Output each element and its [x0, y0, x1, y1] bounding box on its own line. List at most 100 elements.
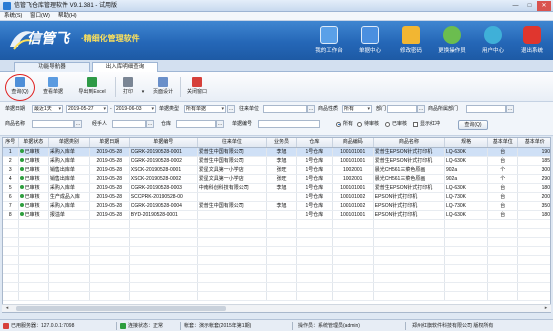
date-to-input[interactable]: 2019-06-03: [114, 105, 156, 113]
table-row[interactable]: 3 已审核 销售出库单 2019-05-28 XSCK-20190528-0001 爱星文…: [3, 165, 550, 175]
menu-help[interactable]: 帮助(H): [58, 13, 77, 20]
column-header[interactable]: 单据类别: [48, 138, 90, 148]
view-document-button[interactable]: 查看单据: [38, 76, 68, 98]
maximize-button[interactable]: □: [523, 1, 536, 11]
empty-cell: [517, 246, 550, 256]
column-header[interactable]: 单据编号: [129, 138, 198, 148]
doc-type-picker-button[interactable]: …: [227, 105, 235, 113]
goods-dept-input[interactable]: [466, 105, 506, 113]
empty-cell: [517, 282, 550, 292]
column-header[interactable]: 单据日期: [89, 138, 130, 148]
column-header[interactable]: 基本单价: [517, 138, 550, 148]
warehouse-picker-button[interactable]: …: [216, 120, 224, 128]
scroll-left-icon[interactable]: ◂: [3, 305, 11, 312]
scroll-right-icon[interactable]: ▸: [542, 305, 550, 312]
table-cell: CGRK-20190528-0001: [129, 147, 198, 157]
table-row[interactable]: 8 已审核 报溢单 2019-05-28 BYD-20190528-0001 1号仓库 10…: [3, 210, 550, 220]
table-cell: 6: [3, 192, 19, 202]
close-button[interactable]: ✕: [537, 1, 551, 11]
empty-cell: [296, 291, 333, 301]
table-row[interactable]: 4 已审核 销售出库单 2019-05-28 XSCK-20190528-0002 爱星文…: [3, 174, 550, 184]
page-design-button[interactable]: 页面设计: [148, 76, 178, 98]
minimize-button[interactable]: —: [509, 1, 522, 11]
table-cell: 1: [3, 147, 19, 157]
table-cell: 晨光CH561三菜色原画: [373, 165, 446, 175]
empty-cell: [129, 246, 198, 256]
empty-cell: [373, 255, 446, 265]
nav-exit[interactable]: 退出系统: [513, 23, 551, 58]
column-header[interactable]: 规格: [444, 138, 489, 148]
empty-cell: [444, 219, 489, 229]
empty-cell: [48, 237, 90, 247]
doc-no-input[interactable]: [258, 120, 320, 128]
date-range-select[interactable]: 最近1天: [32, 105, 63, 113]
scroll-thumb[interactable]: [16, 306, 226, 311]
table-row[interactable]: 1 已审核 采购入库单 2019-05-28 CGRK-20190528-0001 爱普生…: [3, 147, 550, 157]
status-text: 已审核: [24, 211, 40, 218]
empty-cell: [266, 273, 298, 283]
column-header[interactable]: 商品名称: [373, 138, 446, 148]
table-cell: 张旺: [266, 165, 298, 175]
empty-cell: [18, 273, 49, 283]
column-header[interactable]: 商品编码: [332, 138, 374, 148]
doc-type-select[interactable]: 所有单据: [184, 105, 226, 113]
empty-cell: [18, 219, 49, 229]
product-picker-button[interactable]: …: [74, 120, 82, 128]
table-cell: 爱普生中国有限公司: [197, 147, 267, 157]
horizontal-scrollbar[interactable]: ◂ ▸: [2, 304, 551, 312]
column-header[interactable]: 往来单位: [197, 138, 267, 148]
table-cell: 爱星文具第一小学店: [197, 174, 267, 184]
close-window-button[interactable]: 关闭窗口: [182, 76, 212, 98]
partner-picker-button[interactable]: …: [307, 105, 315, 113]
nav-user-center[interactable]: 用户中心: [474, 23, 512, 58]
logo-text: 信管飞: [27, 30, 69, 46]
empty-cell: [296, 237, 333, 247]
filter-query-button[interactable]: 查询(Q): [458, 120, 488, 130]
date-from-input[interactable]: 2019-05-27: [66, 105, 108, 113]
table-row[interactable]: 6 已审核 生产成品入库 2019-05-28 SCCPRK-20190528-00 1号…: [3, 192, 550, 202]
table-row[interactable]: 5 已审核 采购入库单 2019-05-28 CGRK-20190528-0003 中南科…: [3, 183, 550, 193]
export-excel-button[interactable]: 导出到Excel: [71, 76, 113, 98]
show-red-checkbox[interactable]: [413, 121, 418, 127]
status-radio-approved[interactable]: [385, 121, 390, 127]
nav-document-center[interactable]: 单据中心: [351, 23, 389, 58]
partner-label: 往来单位: [239, 106, 260, 112]
detail-grid: 序号 单据状态 单据类别 单据日期 单据编号 往来单位 业务员 仓库 商品编码 商品名称 规格 基本单…: [2, 137, 551, 313]
handler-picker-button[interactable]: …: [146, 120, 154, 128]
column-header[interactable]: 业务员: [266, 138, 298, 148]
partner-input[interactable]: [263, 105, 307, 113]
tab-inout-detail-query[interactable]: 出入库明细查询: [92, 62, 158, 72]
print-button[interactable]: 打印: [117, 76, 139, 98]
category-select[interactable]: 所有: [342, 105, 372, 113]
nav-workbench[interactable]: 我的工作台: [310, 23, 348, 58]
handler-input[interactable]: [112, 120, 146, 128]
table-cell: 1号仓库: [296, 210, 333, 220]
warehouse-input[interactable]: [176, 120, 216, 128]
goods-dept-picker-button[interactable]: …: [506, 105, 514, 113]
app-banner: 信管飞 ·精细化管理软件 我的工作台 单据中心 修改密码 更换操作员 用户中心 …: [0, 21, 553, 60]
empty-cell: [89, 291, 130, 301]
column-header[interactable]: 基本单位: [487, 138, 519, 148]
menu-system[interactable]: 系统(S): [4, 13, 22, 20]
column-header[interactable]: 仓库: [296, 138, 333, 148]
nav-change-password[interactable]: 修改密码: [392, 23, 430, 58]
table-row[interactable]: 7 已审核 采购入库单 2019-05-28 CGRK-20190528-0004 爱普生…: [3, 201, 550, 211]
view-document-icon: [48, 77, 58, 87]
query-button[interactable]: 查询(Q): [5, 76, 35, 98]
dept-picker-button[interactable]: …: [417, 105, 425, 113]
menu-window[interactable]: 窗口(W): [30, 13, 50, 20]
status-radio-all[interactable]: [336, 121, 341, 127]
print-dropdown[interactable]: ▾: [139, 76, 147, 98]
table-cell: 1002001: [332, 165, 374, 175]
column-header[interactable]: 序号: [3, 138, 19, 148]
tab-bar: 功能导航器 出入库明细查询: [0, 60, 553, 72]
product-input[interactable]: [32, 120, 74, 128]
dept-input[interactable]: [387, 105, 417, 113]
status-text: 已审核: [24, 193, 40, 200]
status-radio-pending[interactable]: [357, 121, 362, 127]
title-bar: 信管飞仓库管理软件 V9.1.381 - 试用版 — □ ✕: [0, 0, 553, 12]
column-header[interactable]: 单据状态: [18, 138, 49, 148]
tab-function-navigator[interactable]: 功能导航器: [14, 62, 90, 72]
nav-switch-operator[interactable]: 更换操作员: [433, 23, 471, 58]
table-row[interactable]: 2 已审核 采购入库单 2019-05-28 CGRK-20190528-0002 爱普生…: [3, 156, 550, 166]
